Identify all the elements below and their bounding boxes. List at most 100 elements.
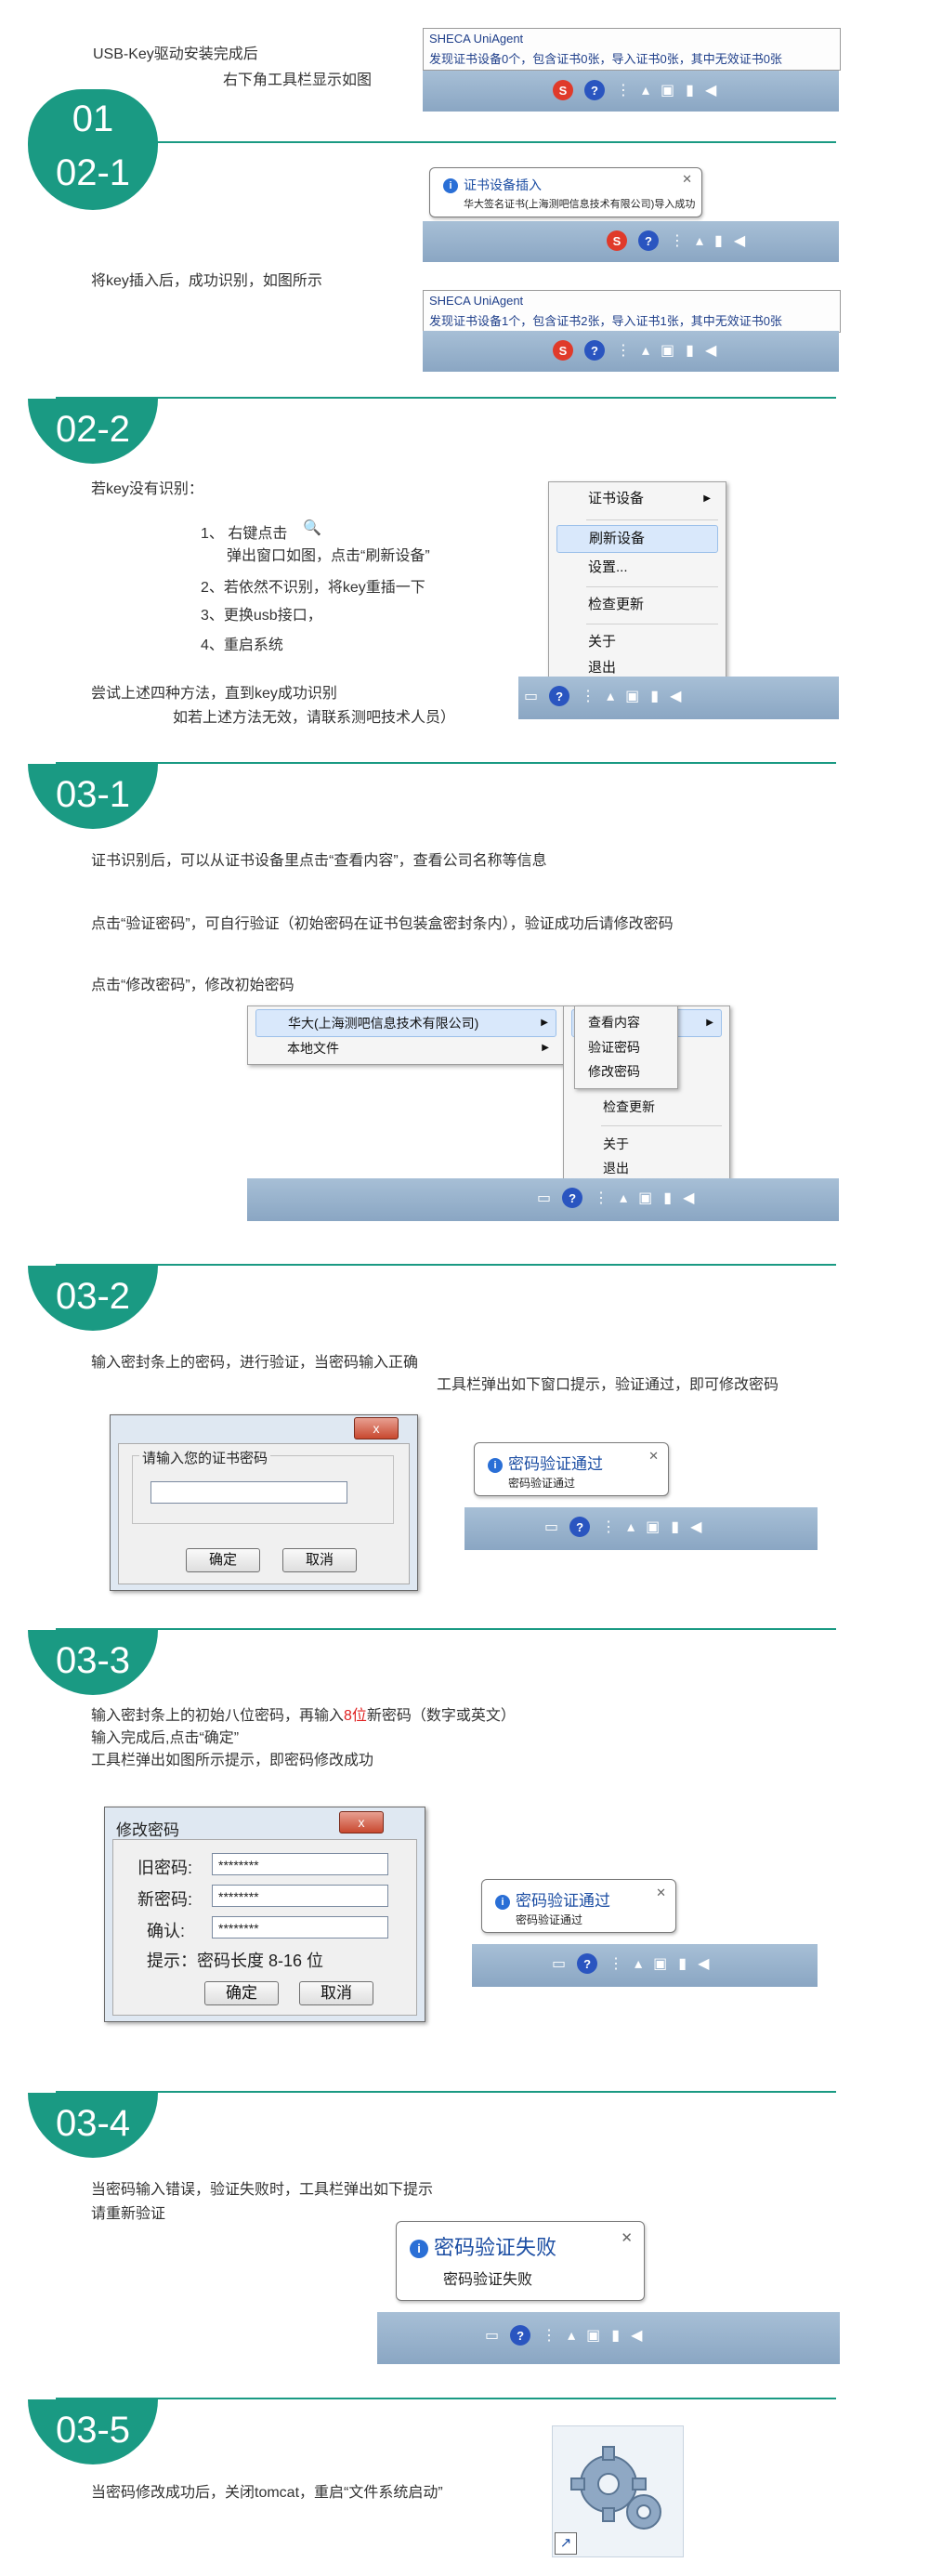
network-icon[interactable]: ▮ bbox=[663, 1189, 672, 1207]
badge-01: 01 bbox=[28, 89, 158, 143]
help-icon[interactable]: ? bbox=[549, 686, 570, 706]
network-icon[interactable]: ▮ bbox=[686, 81, 694, 99]
s035-p1: 当密码修改成功后，关闭tomcat，重启“文件系统启动” bbox=[91, 2485, 443, 2501]
dots-icon: ⋮ bbox=[542, 2328, 557, 2344]
sogou-icon[interactable]: S bbox=[607, 230, 627, 251]
popup-text: 发现证书设备0个，包含证书0张，导入证书0张，其中无效证书0张 bbox=[429, 52, 782, 66]
up-arrow-icon[interactable]: ▴ bbox=[635, 1954, 642, 1973]
cert-icon[interactable]: ▣ bbox=[661, 341, 674, 360]
tray-icons: ▭ ? ⋮ ▴ ▣ ▮ ◀ bbox=[544, 1517, 701, 1537]
close-button[interactable]: x bbox=[339, 1811, 384, 1833]
cert-icon[interactable]: ▣ bbox=[646, 1518, 660, 1536]
step-2: 2、若依然不识别，将key重插一下 bbox=[201, 580, 425, 596]
balloon-title: 密码验证通过 bbox=[508, 1455, 603, 1473]
keyboard-icon[interactable]: ▭ bbox=[524, 687, 538, 705]
close-icon[interactable]: ✕ bbox=[656, 1886, 666, 1900]
ok-button[interactable]: 确定 bbox=[204, 1981, 279, 2005]
password-field[interactable] bbox=[150, 1481, 347, 1504]
tray-icons: S ? ⋮ ▴ ▣ ▮ ◀ bbox=[553, 340, 716, 361]
confirm-password-field[interactable]: ******** bbox=[212, 1916, 388, 1939]
up-arrow-icon[interactable]: ▴ bbox=[642, 81, 649, 99]
menu-cert-device[interactable]: 证书设备 ▶ bbox=[556, 486, 718, 512]
help-icon[interactable]: ? bbox=[562, 1188, 583, 1208]
network-icon[interactable]: ▮ bbox=[686, 341, 694, 360]
menu-settings[interactable]: 设置... bbox=[556, 555, 718, 581]
cert-icon[interactable]: ▣ bbox=[586, 2326, 600, 2345]
close-icon[interactable]: ✕ bbox=[648, 1449, 659, 1464]
network-icon[interactable]: ▮ bbox=[714, 231, 723, 250]
s034-p2: 请重新验证 bbox=[91, 2206, 166, 2222]
volume-icon[interactable]: ◀ bbox=[683, 1189, 694, 1207]
volume-icon[interactable]: ◀ bbox=[631, 2326, 642, 2345]
menu-local-file[interactable]: 本地文件 ▶ bbox=[255, 1035, 556, 1061]
help-icon[interactable]: ? bbox=[584, 340, 605, 361]
balloon-title: 密码验证通过 bbox=[516, 1892, 610, 1910]
s031-p3: 点击“修改密码”，修改初始密码 bbox=[91, 978, 294, 993]
help-icon[interactable]: ? bbox=[569, 1517, 591, 1537]
cancel-button[interactable]: 取消 bbox=[282, 1548, 357, 1572]
keyboard-icon[interactable]: ▭ bbox=[552, 1954, 566, 1973]
network-icon[interactable]: ▮ bbox=[671, 1518, 679, 1536]
network-icon[interactable]: ▮ bbox=[611, 2326, 620, 2345]
s01-line1: USB-Key驱动安装完成后 bbox=[93, 46, 258, 62]
cancel-button[interactable]: 取消 bbox=[299, 1981, 373, 2005]
menu-refresh[interactable]: 刷新设备 bbox=[556, 525, 718, 553]
tray-click-icon: 🔍 bbox=[303, 520, 321, 536]
menu-company-cert[interactable]: 华大(上海测吧信息技术有限公司) ▶ bbox=[255, 1009, 556, 1037]
network-icon[interactable]: ▮ bbox=[678, 1954, 687, 1973]
volume-icon[interactable]: ◀ bbox=[734, 231, 745, 250]
volume-icon[interactable]: ◀ bbox=[690, 1518, 701, 1536]
cert-icon[interactable]: ▣ bbox=[653, 1954, 667, 1973]
cert-icon[interactable]: ▣ bbox=[638, 1189, 652, 1207]
menu-about[interactable]: 关于 bbox=[556, 629, 718, 655]
volume-icon[interactable]: ◀ bbox=[698, 1954, 709, 1973]
sheca-popup: SHECA UniAgent 发现证书设备1个，包含证书2张，导入证书1张，其中… bbox=[423, 290, 841, 333]
password-dialog: x 请输入您的证书密码 确定 取消 bbox=[110, 1414, 418, 1591]
keyboard-icon[interactable]: ▭ bbox=[544, 1518, 558, 1536]
sogou-icon[interactable]: S bbox=[553, 340, 573, 361]
sogou-icon[interactable]: S bbox=[553, 80, 573, 100]
help-icon[interactable]: ? bbox=[584, 80, 605, 100]
section-line bbox=[56, 762, 836, 764]
old-password-field[interactable]: ******** bbox=[212, 1853, 388, 1875]
network-icon[interactable]: ▮ bbox=[650, 687, 659, 705]
dots-icon: ⋮ bbox=[594, 1190, 609, 1206]
close-button[interactable]: x bbox=[354, 1417, 399, 1439]
menu-about[interactable]: 关于 bbox=[571, 1131, 722, 1157]
sheca-popup: SHECA UniAgent 发现证书设备0个，包含证书0张，导入证书0张，其中… bbox=[423, 28, 841, 71]
menu-check-update[interactable]: 检查更新 bbox=[571, 1094, 722, 1120]
up-arrow-icon[interactable]: ▴ bbox=[568, 2326, 575, 2345]
insert-balloon: i 证书设备插入 华大签名证书(上海测吧信息技术有限公司)导入成功 ✕ bbox=[429, 167, 702, 217]
menu-exit[interactable]: 退出 bbox=[571, 1155, 722, 1181]
cert-icon[interactable]: ▣ bbox=[625, 687, 639, 705]
help-icon[interactable]: ? bbox=[510, 2325, 531, 2346]
up-arrow-icon[interactable]: ▴ bbox=[620, 1189, 627, 1207]
file-system-shortcut[interactable]: ↗ bbox=[552, 2425, 684, 2557]
cert-icon[interactable]: ▣ bbox=[661, 81, 674, 99]
badge-02-1: 02-1 bbox=[28, 143, 158, 210]
menu-verify-password[interactable]: 验证密码 bbox=[577, 1034, 675, 1060]
up-arrow-icon[interactable]: ▴ bbox=[627, 1518, 635, 1536]
dots-icon: ⋮ bbox=[616, 83, 631, 99]
ok-button[interactable]: 确定 bbox=[186, 1548, 260, 1572]
s022-intro: 若key没有识别： bbox=[91, 481, 203, 497]
close-icon[interactable]: ✕ bbox=[621, 2229, 633, 2246]
keyboard-icon[interactable]: ▭ bbox=[537, 1189, 551, 1207]
dots-icon: ⋮ bbox=[601, 1519, 617, 1535]
menu-check-update[interactable]: 检查更新 bbox=[556, 592, 718, 618]
up-arrow-icon[interactable]: ▴ bbox=[696, 231, 703, 250]
s032-p1: 输入密封条上的密码，进行验证，当密码输入正确 bbox=[91, 1355, 419, 1371]
volume-icon[interactable]: ◀ bbox=[705, 341, 716, 360]
menu-view-content[interactable]: 查看内容 bbox=[577, 1009, 675, 1035]
help-icon[interactable]: ? bbox=[638, 230, 659, 251]
volume-icon[interactable]: ◀ bbox=[705, 81, 716, 99]
new-password-field[interactable]: ******** bbox=[212, 1885, 388, 1907]
menu-change-password[interactable]: 修改密码 bbox=[577, 1058, 675, 1084]
up-arrow-icon[interactable]: ▴ bbox=[642, 341, 649, 360]
volume-icon[interactable]: ◀ bbox=[670, 687, 681, 705]
balloon-sub: 密码验证通过 bbox=[516, 1913, 583, 1926]
keyboard-icon[interactable]: ▭ bbox=[485, 2326, 499, 2345]
help-icon[interactable]: ? bbox=[577, 1953, 598, 1974]
up-arrow-icon[interactable]: ▴ bbox=[607, 687, 614, 705]
close-icon[interactable]: ✕ bbox=[682, 172, 692, 187]
